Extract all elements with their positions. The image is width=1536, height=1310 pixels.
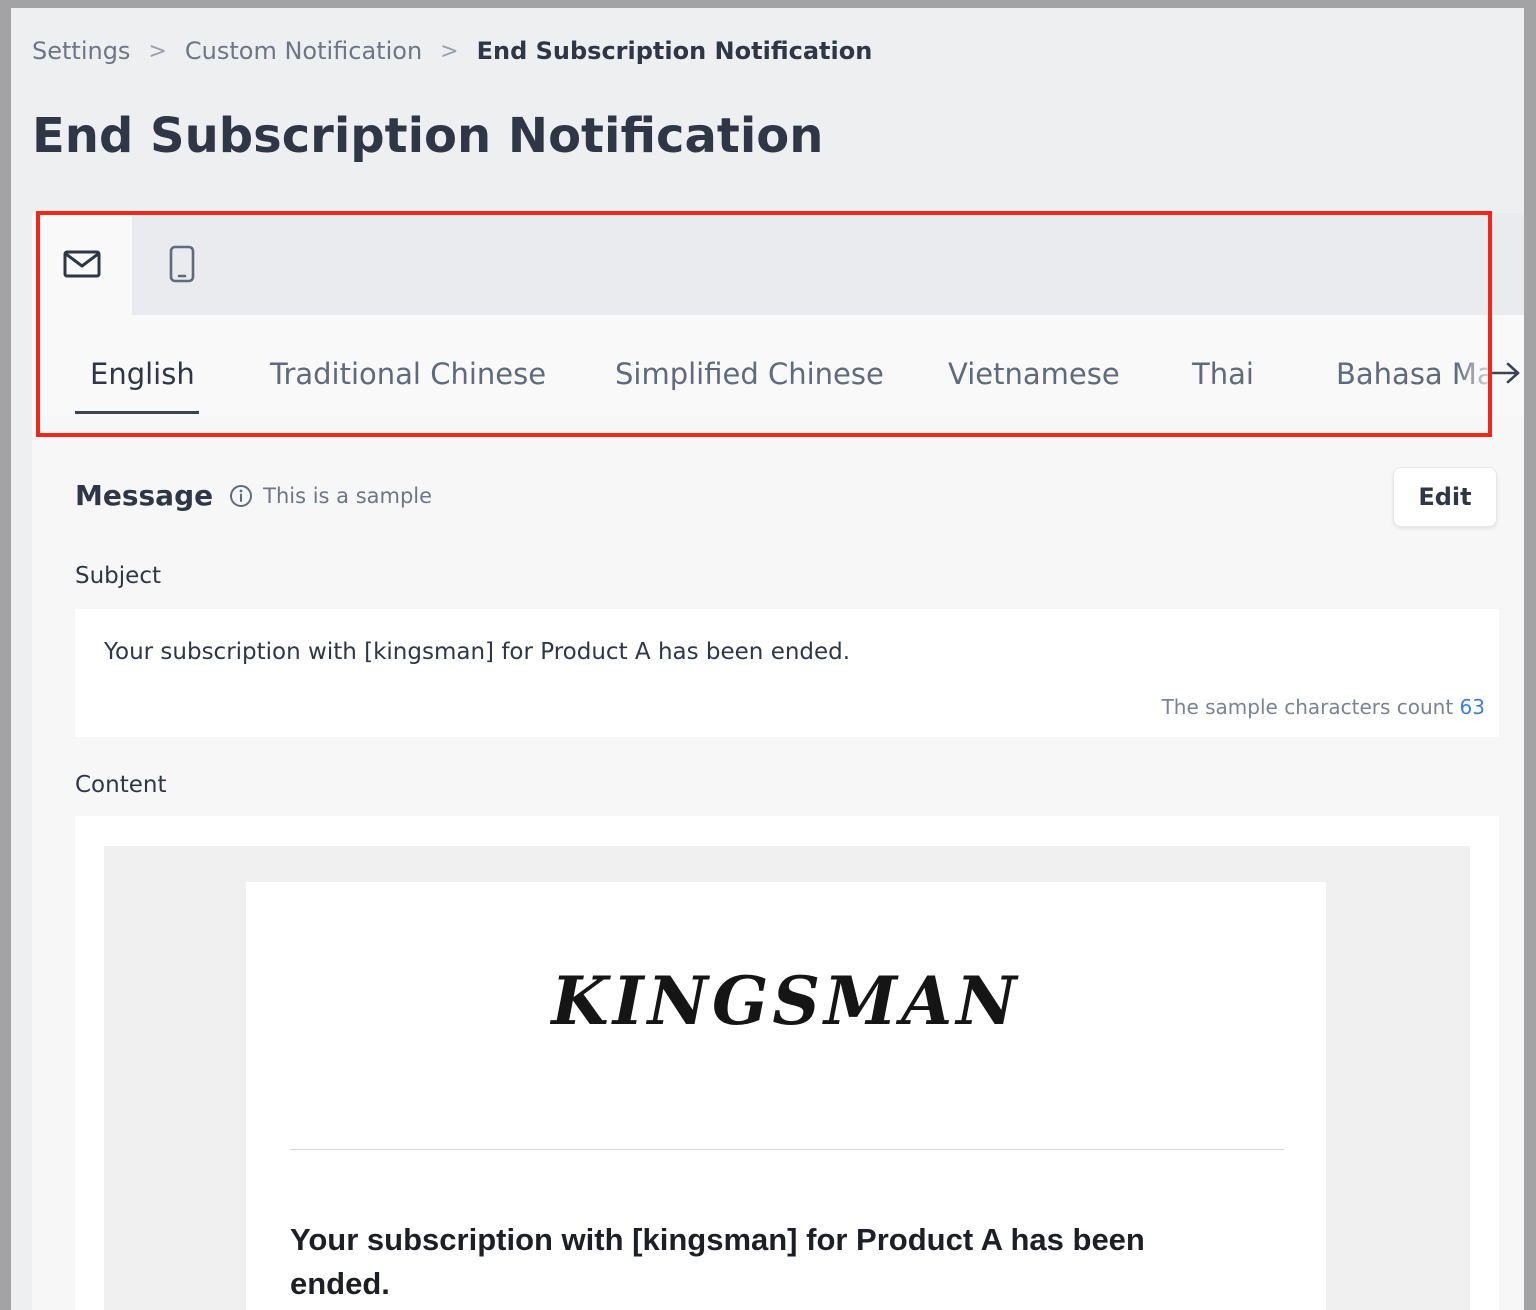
tab-traditional-chinese[interactable]: Traditional Chinese: [270, 357, 546, 391]
breadcrumb-custom-notification[interactable]: Custom Notification: [185, 37, 422, 65]
tab-thai[interactable]: Thai: [1192, 357, 1254, 391]
sample-notice: This is a sample: [263, 483, 433, 508]
language-tabs: English Traditional Chinese Simplified C…: [32, 315, 1524, 416]
tabs-scroll-right-button[interactable]: [1488, 355, 1524, 391]
page-title: End Subscription Notification: [32, 108, 824, 164]
email-divider: [290, 1149, 1284, 1150]
breadcrumb-separator: >: [148, 38, 167, 64]
tab-simplified-chinese[interactable]: Simplified Chinese: [615, 357, 884, 391]
email-icon: [63, 250, 101, 278]
email-heading: Your subscription with [kingsman] for Pr…: [290, 1222, 1145, 1301]
breadcrumb-separator: >: [440, 38, 459, 64]
breadcrumb-settings[interactable]: Settings: [32, 37, 130, 65]
character-count: The sample characters count 63: [1162, 695, 1485, 719]
message-panel: Message This is a sample Edit Subject Yo…: [32, 415, 1524, 1310]
info-icon: [229, 484, 253, 508]
content-preview: KINGSMAN Your subscription with [kingsma…: [75, 816, 1499, 1310]
edit-button[interactable]: Edit: [1393, 467, 1497, 527]
email-preview-background: KINGSMAN Your subscription with [kingsma…: [104, 846, 1470, 1310]
email-preview-card: KINGSMAN Your subscription with [kingsma…: [246, 882, 1326, 1310]
tab-email[interactable]: [32, 213, 132, 315]
tab-mobile[interactable]: [132, 213, 232, 315]
message-header: Message This is a sample: [75, 479, 432, 512]
character-count-label: The sample characters count: [1161, 695, 1454, 719]
content-label: Content: [75, 772, 167, 798]
tab-english[interactable]: English: [90, 357, 195, 391]
breadcrumb-current: End Subscription Notification: [476, 37, 873, 65]
channel-tabs: [32, 213, 1524, 315]
character-count-value: 63: [1459, 695, 1485, 719]
message-label: Message: [75, 479, 214, 512]
breadcrumb: Settings > Custom Notification > End Sub…: [32, 36, 872, 66]
arrow-right-icon: [1491, 362, 1520, 384]
mobile-phone-icon: [169, 245, 195, 283]
tab-vietnamese[interactable]: Vietnamese: [948, 357, 1120, 391]
brand-logo: KINGSMAN: [551, 962, 1021, 1040]
active-tab-indicator: [75, 411, 199, 414]
subject-box: Your subscription with [kingsman] for Pr…: [75, 609, 1499, 737]
subject-label: Subject: [75, 563, 161, 589]
app-window: Settings > Custom Notification > End Sub…: [11, 8, 1524, 1310]
subject-text: Your subscription with [kingsman] for Pr…: [104, 639, 851, 665]
